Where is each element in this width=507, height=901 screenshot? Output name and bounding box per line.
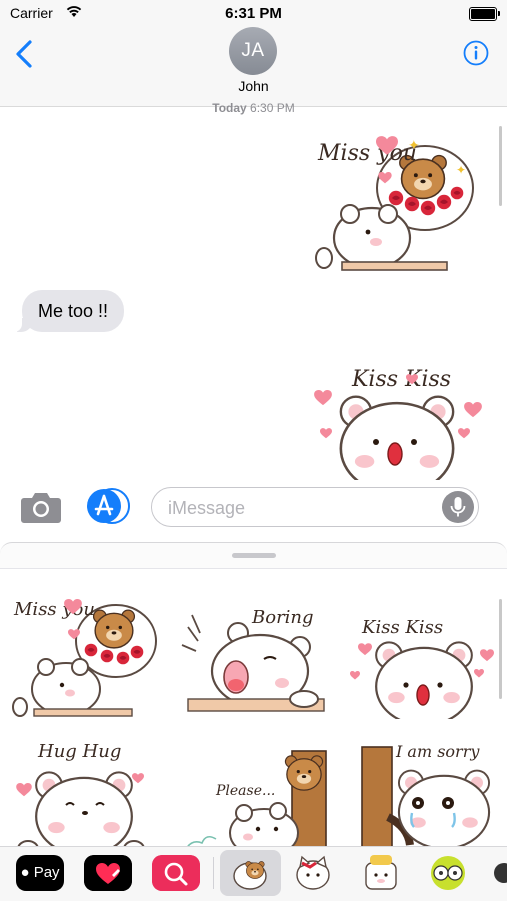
- svg-text:✦: ✦: [456, 163, 466, 177]
- svg-text:Please...: Please...: [215, 783, 275, 799]
- digital-touch-icon[interactable]: [84, 855, 132, 891]
- sticker-grid: Miss you Boring Kiss Kiss Hug Hug Please…: [0, 568, 507, 847]
- chevron-left-icon[interactable]: [12, 38, 40, 70]
- sticker-boring[interactable]: Boring: [172, 589, 336, 721]
- conversation-header: JA John: [0, 26, 507, 107]
- sticker-message-miss-you[interactable]: ✦ ✦ Miss you: [310, 130, 475, 275]
- imessage-input[interactable]: iMessage: [151, 487, 479, 527]
- incoming-message-bubble[interactable]: Me too !!: [12, 290, 125, 332]
- sticker-text: Kiss Kiss: [351, 367, 451, 392]
- apple-logo-icon: ●: [20, 864, 30, 881]
- sticker-please[interactable]: Please...: [172, 729, 336, 847]
- contact-name[interactable]: John: [0, 78, 507, 94]
- bear-sticker-pack-icon[interactable]: [220, 850, 281, 896]
- sticker-i-am-sorry[interactable]: I am sorry: [338, 727, 502, 847]
- message-timestamp: Today 6:30 PM: [212, 101, 295, 115]
- message-input-row: iMessage: [0, 480, 507, 542]
- camera-icon[interactable]: [20, 490, 62, 524]
- drawer-grabber[interactable]: [232, 553, 276, 558]
- bear-chef-sticker-pack-icon[interactable]: [360, 853, 402, 893]
- conversation-scrollbar[interactable]: [499, 126, 502, 206]
- imessage-app-strip: ● Pay: [0, 846, 507, 901]
- info-circle-icon[interactable]: [463, 40, 489, 66]
- svg-text:Hug Hug: Hug Hug: [37, 741, 121, 762]
- apple-pay-icon[interactable]: ● Pay: [16, 855, 64, 891]
- app-store-icon[interactable]: [86, 488, 130, 524]
- imessage-placeholder: iMessage: [168, 498, 246, 518]
- sticker-miss-you[interactable]: Miss you: [8, 589, 172, 721]
- cat-sticker-pack-icon[interactable]: [292, 853, 334, 893]
- svg-text:I am sorry: I am sorry: [395, 742, 480, 761]
- svg-text:Boring: Boring: [251, 607, 314, 628]
- sticker-text: Miss you: [317, 141, 417, 166]
- couple-sticker-pack-icon[interactable]: [492, 853, 507, 893]
- web-search-icon[interactable]: [152, 855, 200, 891]
- microphone-icon[interactable]: [442, 491, 474, 523]
- sticker-drawer: Miss you Boring Kiss Kiss Hug Hug Please…: [0, 542, 507, 847]
- svg-text:Kiss Kiss: Kiss Kiss: [361, 617, 443, 638]
- clock: 6:31 PM: [225, 5, 282, 22]
- svg-text:Miss you: Miss you: [13, 599, 95, 620]
- contact-avatar[interactable]: JA: [229, 27, 277, 75]
- battery-icon: [469, 7, 500, 21]
- status-bar: Carrier 6:31 PM: [0, 0, 507, 26]
- sticker-kiss-kiss[interactable]: Kiss Kiss: [338, 587, 502, 719]
- sticker-hug-hug[interactable]: Hug Hug: [8, 729, 172, 847]
- sticker-message-kiss-kiss[interactable]: Kiss Kiss: [310, 350, 490, 482]
- app-strip-divider: [213, 857, 214, 889]
- girl-sticker-pack-icon[interactable]: [427, 853, 469, 893]
